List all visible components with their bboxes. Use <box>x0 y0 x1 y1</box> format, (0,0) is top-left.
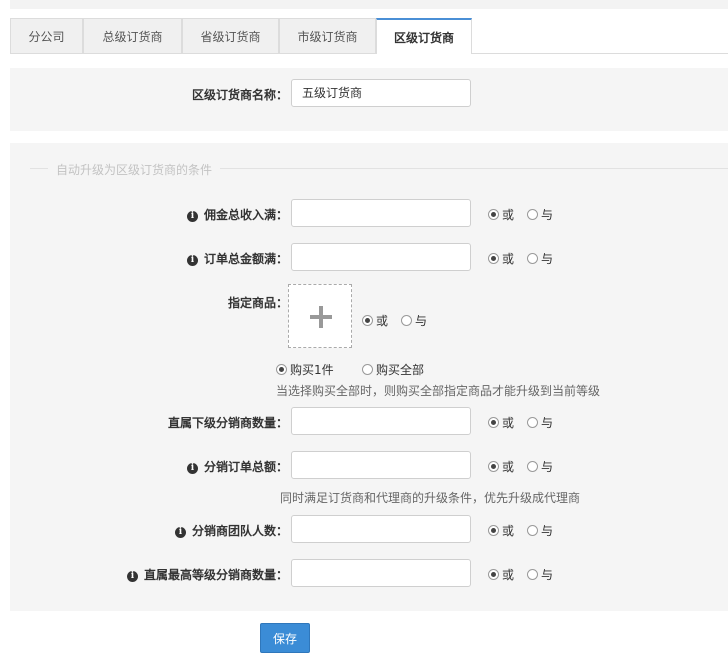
dealer-name-input[interactable]: 五级订货商 <box>291 79 471 107</box>
order-amount-input[interactable] <box>291 243 471 271</box>
info-icon: i <box>174 527 186 538</box>
top-level-count-radio-or[interactable]: 或 <box>488 566 514 583</box>
commission-radio-or[interactable]: 或 <box>488 206 514 223</box>
tab-bar: 分公司 总级订货商 省级订货商 市级订货商 区级订货商 <box>10 18 728 54</box>
radio-selected-icon <box>488 525 499 536</box>
direct-count-label: 直属下级分销商数量： <box>167 416 288 430</box>
direct-count-radio-or[interactable]: 或 <box>488 414 514 431</box>
radio-selected-icon <box>488 461 499 472</box>
buy-all-radio[interactable]: 购买全部 <box>362 361 424 378</box>
info-icon: i <box>186 211 198 222</box>
legend-line-right <box>220 168 728 169</box>
radio-empty-icon <box>527 253 538 264</box>
radio-empty-icon <box>527 417 538 428</box>
top-strip <box>10 0 728 9</box>
commission-radio-and[interactable]: 与 <box>527 206 553 223</box>
priority-note: 同时满足订货商和代理商的升级条件，优先升级成代理商 <box>280 491 581 505</box>
radio-selected-icon <box>488 209 499 220</box>
radio-selected-icon <box>362 315 373 326</box>
products-radio-or[interactable]: 或 <box>362 312 388 329</box>
radio-selected-icon <box>276 364 287 375</box>
name-label: 区级订货商名称： <box>191 88 288 102</box>
dist-order-radio-and[interactable]: 与 <box>527 458 553 475</box>
order-amount-radio-or[interactable]: 或 <box>488 250 514 267</box>
direct-count-radio-and[interactable]: 与 <box>527 414 553 431</box>
top-level-count-label: i 直属最高等级分销商数量： <box>100 566 288 583</box>
section-legend: 自动升级为区级订货商的条件 <box>56 163 213 177</box>
tab-city-dealer[interactable]: 市级订货商 <box>279 18 376 53</box>
direct-count-input[interactable] <box>291 407 471 435</box>
dist-order-radio-or[interactable]: 或 <box>488 458 514 475</box>
radio-empty-icon <box>362 364 373 375</box>
tab-branch[interactable]: 分公司 <box>10 18 83 53</box>
commission-input[interactable] <box>291 199 471 227</box>
radio-selected-icon <box>488 253 499 264</box>
team-size-label: i 分销商团队人数： <box>130 522 288 539</box>
buy-all-note: 当选择购买全部时，则购买全部指定商品才能升级到当前等级 <box>276 384 601 398</box>
tab-general-dealer[interactable]: 总级订货商 <box>83 18 182 53</box>
radio-empty-icon <box>401 315 412 326</box>
tab-province-dealer[interactable]: 省级订货商 <box>182 18 279 53</box>
team-size-radio-and[interactable]: 与 <box>527 522 553 539</box>
legend-line-left <box>30 168 48 169</box>
info-icon: i <box>126 571 138 582</box>
info-icon: i <box>186 255 198 266</box>
radio-empty-icon <box>527 569 538 580</box>
tab-district-dealer[interactable]: 区级订货商 <box>376 18 472 54</box>
radio-empty-icon <box>527 461 538 472</box>
dist-order-input[interactable] <box>291 451 471 479</box>
dist-order-label: i 分销订单总额： <box>150 458 288 475</box>
radio-selected-icon <box>488 417 499 428</box>
team-size-input[interactable] <box>291 515 471 543</box>
top-level-count-input[interactable] <box>291 559 471 587</box>
products-label: 指定商品： <box>227 296 288 310</box>
radio-empty-icon <box>527 209 538 220</box>
buy-one-radio[interactable]: 购买1件 <box>276 361 334 378</box>
products-radio-and[interactable]: 与 <box>401 312 427 329</box>
order-amount-radio-and[interactable]: 与 <box>527 250 553 267</box>
radio-selected-icon <box>488 569 499 580</box>
commission-label: i 佣金总收入满： <box>150 206 288 223</box>
radio-empty-icon <box>527 525 538 536</box>
order-amount-label: i 订单总金额满： <box>150 250 288 267</box>
add-product-button[interactable] <box>288 284 352 348</box>
team-size-radio-or[interactable]: 或 <box>488 522 514 539</box>
top-level-count-radio-and[interactable]: 与 <box>527 566 553 583</box>
info-icon: i <box>186 463 198 474</box>
save-button[interactable]: 保存 <box>260 623 310 653</box>
